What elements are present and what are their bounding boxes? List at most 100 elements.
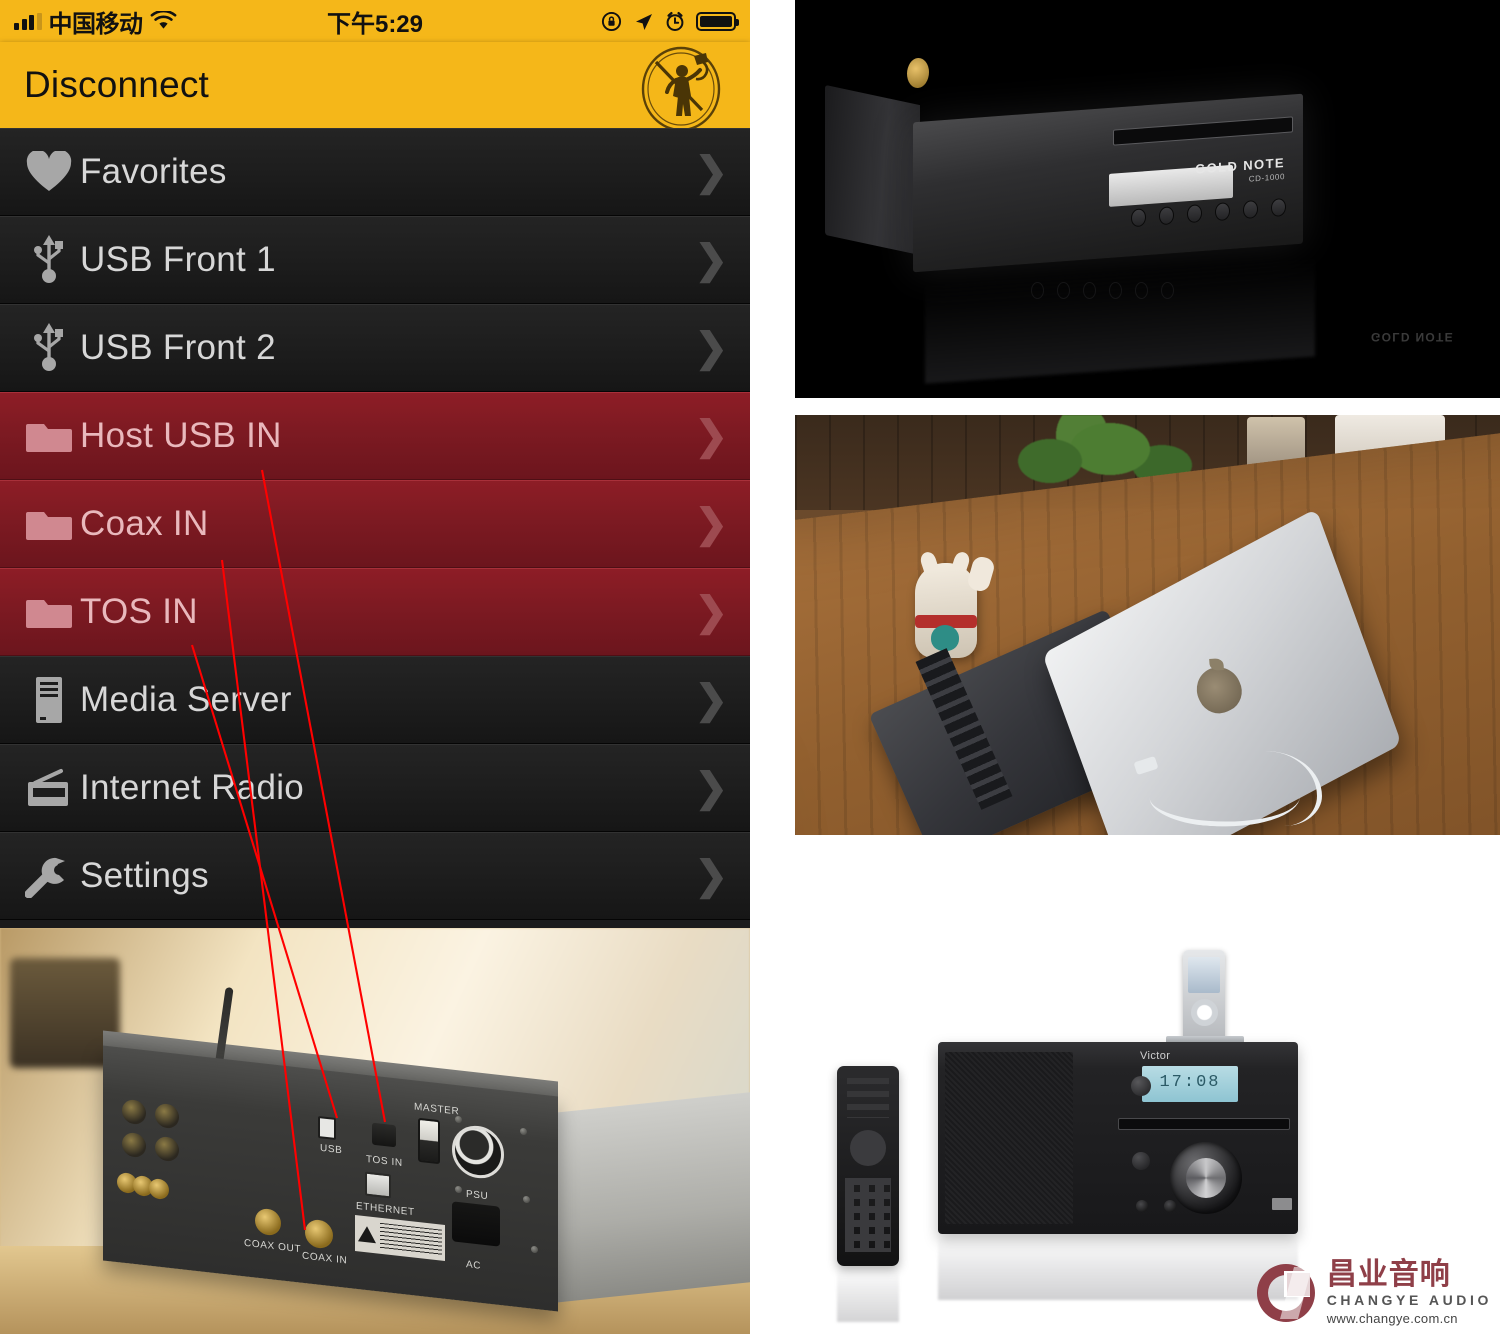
chevron-right-icon: ❯ [694,501,728,546]
cd-play-button [1159,206,1174,226]
ipod-click-wheel [1191,999,1218,1026]
list-item-label: Internet Radio [80,767,305,807]
folder-icon [18,594,80,630]
page-title[interactable]: Disconnect [24,64,209,106]
cd-brand-badge: GOLD NOTE CD-1000 [1195,155,1285,188]
lucky-cat-bib [931,625,959,651]
list-item-label: Coax IN [80,503,209,543]
victor-phones-jack [1136,1200,1148,1212]
victor-speaker-grille [945,1052,1073,1224]
ipod-screen [1188,957,1220,993]
chevron-right-icon: ❯ [694,589,728,634]
ethernet-port [365,1171,391,1199]
list-item-settings[interactable]: Settings ❯ [0,832,750,920]
watermark-en: CHANGYE AUDIO [1326,1292,1492,1308]
carrier-label: 中国移动 [48,10,144,38]
chevron-right-icon: ❯ [694,853,728,898]
cd-player-front-panel: GOLD NOTE CD-1000 [913,93,1303,273]
gold-note-trumpeter-logo [641,46,721,132]
victor-reflection [938,1234,1298,1300]
amplifier-rear-panel-photo: USB TOS IN ETHERNET MASTER PSU COAX IN C… [0,928,750,1334]
rear-label-psu: PSU [466,1188,489,1203]
server-tower-icon [18,675,80,725]
chevron-right-icon: ❯ [694,677,728,722]
victor-usb-port [1272,1198,1292,1210]
location-arrow-icon [636,13,652,30]
rear-label-usb: USB [320,1142,343,1157]
watermark-cn: 昌业音响 [1326,1258,1451,1291]
cd-gold-emblem [907,57,929,89]
nav-bar: Disconnect [0,42,750,132]
status-bar-left: 中国移动 [14,4,177,39]
list-item-label: USB Front 1 [80,239,276,279]
chevron-right-icon: ❯ [694,237,728,282]
remote-keypad [845,1178,891,1252]
battery-icon [696,11,739,31]
status-bar-right [601,11,739,32]
list-item-label: Favorites [80,151,227,191]
list-item-label: TOS IN [80,591,198,631]
screenshot-root: 中国移动 下午5:29 Disconnect Favorites ❯ USB F… [0,0,1500,1334]
chevron-right-icon: ❯ [694,413,728,458]
chevron-right-icon: ❯ [694,325,728,370]
remote-top-buttons [847,1078,889,1118]
alarm-clock-icon [666,11,684,31]
watermark-url: www.changye.com.cn [1326,1311,1458,1326]
victor-cd-slot [1118,1118,1290,1130]
source-menu-list: Favorites ❯ USB Front 1 ❯ USB Front 2 ❯ … [0,128,750,920]
cd-reflection-buttons [1031,282,1174,299]
list-item-usb-front-1[interactable]: USB Front 1 ❯ [0,216,750,304]
chassis-right-face [545,1092,750,1304]
list-item-label: Settings [80,855,209,895]
victor-volume-knob [1170,1142,1242,1214]
warning-triangle-icon [358,1225,376,1244]
toslink-optical-port [372,1122,396,1148]
cd-stop-button [1243,199,1258,220]
cd-prev-button [1187,204,1202,224]
list-item-media-server[interactable]: Media Server ❯ [0,656,750,744]
cd-eject-button [1131,208,1146,228]
list-item-usb-front-2[interactable]: USB Front 2 ❯ [0,304,750,392]
list-item-internet-radio[interactable]: Internet Radio ❯ [0,744,750,832]
remote-dpad [850,1130,886,1166]
rear-label-ac: AC [466,1259,482,1272]
site-watermark: 昌业音响 CHANGYE AUDIO www.changye.com.cn [1254,1260,1492,1326]
victor-source-button [1132,1152,1150,1170]
victor-power-button [1131,1076,1151,1096]
master-power-switch [418,1117,440,1165]
gold-note-cd-player-photo: GOLD NOTE CD-1000 GOLD NOTE [795,0,1500,398]
cd-next-button [1215,202,1230,222]
victor-aux-jack [1164,1200,1176,1212]
wifi-icon [150,11,176,29]
changye-logo-icon [1256,1264,1315,1322]
ac-inlet [452,1201,500,1247]
usb-icon [18,233,80,287]
chevron-right-icon: ❯ [694,149,728,194]
cd-disc-slot [1113,116,1293,146]
list-item-coax-in[interactable]: Coax IN ❯ [0,480,750,568]
folder-icon [18,506,80,542]
list-item-favorites[interactable]: Favorites ❯ [0,128,750,216]
usb-b-port [318,1115,336,1141]
list-item-label: Host USB IN [80,415,282,455]
chevron-right-icon: ❯ [694,765,728,810]
list-item-host-usb-in[interactable]: Host USB IN ❯ [0,392,750,480]
status-bar: 中国移动 下午5:29 [0,0,750,42]
signal-bars-icon [14,12,42,30]
watermark-text: 昌业音响 CHANGYE AUDIO www.changye.com.cn [1326,1258,1492,1327]
victor-brand-label: Victor [1140,1050,1171,1062]
cd-power-button [1271,197,1286,218]
cd-reflection [925,256,1315,384]
macbook-usb-dac-desk-photo [795,415,1500,835]
wrench-icon [18,854,80,898]
list-item-tos-in[interactable]: TOS IN ❯ [0,568,750,656]
usb-icon [18,321,80,375]
remote-reflection [837,1266,899,1322]
folder-icon [18,418,80,454]
warning-text-lines [380,1222,442,1256]
rotation-lock-icon [601,11,622,31]
list-item-label: USB Front 2 [80,327,276,367]
radio-icon [18,766,80,810]
list-item-label: Media Server [80,679,292,719]
cd-player-side-panel [825,84,920,256]
